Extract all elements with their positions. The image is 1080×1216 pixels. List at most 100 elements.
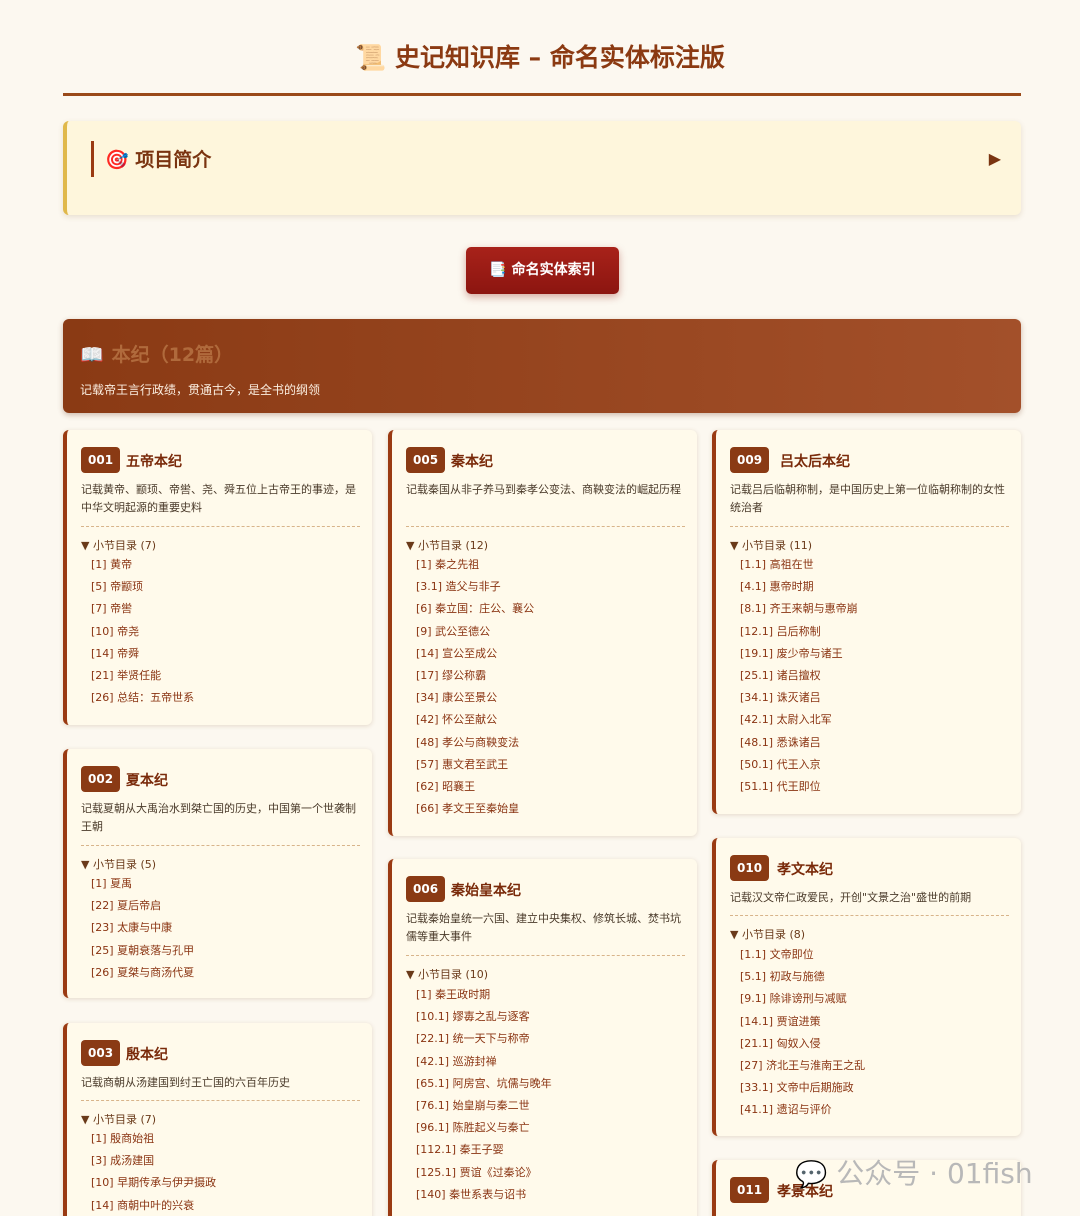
toc-item[interactable]: [1] 黄帝 xyxy=(91,554,362,576)
toc-item[interactable]: [34.1] 诛灭诸吕 xyxy=(740,687,1011,709)
toc-toggle[interactable]: ▼ 小节目录 (7) xyxy=(81,537,156,553)
toc-item[interactable]: [10] 早期传承与伊尹摄政 xyxy=(91,1172,362,1194)
chapter-description: 记载吕后临朝称制，是中国历史上第一位临朝称制的女性统治者 xyxy=(730,483,1005,514)
toc-item[interactable]: [17] 缪公称霸 xyxy=(416,665,687,687)
toc-item[interactable]: [7] 帝喾 xyxy=(91,598,362,620)
toc-item[interactable]: [10] 帝尧 xyxy=(91,621,362,643)
toc-item[interactable]: [3] 成汤建国 xyxy=(91,1150,362,1172)
toc-item[interactable]: [12.1] 吕后称制 xyxy=(740,621,1011,643)
toc-item[interactable]: [140] 秦世系表与诏书 xyxy=(416,1184,687,1206)
toc-item[interactable]: [42.1] 巡游封禅 xyxy=(416,1051,687,1073)
toc-item[interactable]: [1] 秦之先祖 xyxy=(416,554,687,576)
chapter-description: 记载汉文帝仁政爱民，开创"文景之治"盛世的前期 xyxy=(730,891,972,904)
card-divider xyxy=(730,526,1009,527)
toc-item[interactable]: [22] 夏后帝启 xyxy=(91,895,362,917)
toc-toggle[interactable]: ▼ 小节目录 (12) xyxy=(406,537,488,553)
toc-item[interactable]: [14] 帝舜 xyxy=(91,643,362,665)
toc-item[interactable]: [19.1] 废少帝与诸王 xyxy=(740,643,1011,665)
wechat-icon: 💬 xyxy=(795,1160,828,1190)
toc-item[interactable]: [14.1] 贾谊进策 xyxy=(740,1011,1011,1033)
toc-item[interactable]: [1] 夏禹 xyxy=(91,873,362,895)
toc-toggle[interactable]: ▼ 小节目录 (10) xyxy=(406,966,488,982)
toc-item[interactable]: [5] 帝颛顼 xyxy=(91,576,362,598)
toc-item[interactable]: [112.1] 秦王子婴 xyxy=(416,1139,687,1161)
title-divider xyxy=(63,93,1021,96)
watermark-text: 公众号 · 01fish xyxy=(836,1157,1033,1190)
toc-item[interactable]: [66] 孝文王至秦始皇 xyxy=(416,798,687,820)
toc-toggle[interactable]: ▼ 小节目录 (11) xyxy=(730,537,812,553)
toc-item[interactable]: [41.1] 遗诏与评价 xyxy=(740,1099,1011,1121)
toc-item[interactable]: [48] 孝公与商鞅变法 xyxy=(416,732,687,754)
toc-item[interactable]: [14] 商朝中叶的兴衰 xyxy=(91,1195,362,1216)
toc-item[interactable]: [6] 秦立国：庄公、襄公 xyxy=(416,598,687,620)
toc-item[interactable]: [25.1] 诸吕擅权 xyxy=(740,665,1011,687)
section-description: 记载帝王言行政绩，贯通古今，是全书的纲领 xyxy=(80,383,321,397)
chapter-title[interactable]: 吕太后本纪 xyxy=(780,451,850,471)
toc-item[interactable]: [26] 夏桀与商汤代夏 xyxy=(91,962,362,984)
toc-item[interactable]: [21] 举贤任能 xyxy=(91,665,362,687)
toc-item[interactable]: [48.1] 悉诛诸吕 xyxy=(740,732,1011,754)
entity-index-button[interactable]: 📑 命名实体索引 xyxy=(466,247,619,294)
chapter-number-badge: 003 xyxy=(81,1040,121,1066)
chapter-title[interactable]: 夏本纪 xyxy=(126,770,168,790)
toc-item[interactable]: [9.1] 除诽谤刑与减赋 xyxy=(740,988,1011,1010)
section-title: 📖 本纪（12篇） xyxy=(80,340,233,367)
section-title-text: 本纪（12篇） xyxy=(111,344,234,366)
toc-item[interactable]: [96.1] 陈胜起义与秦亡 xyxy=(416,1117,687,1139)
toc-toggle[interactable]: ▼ 小节目录 (8) xyxy=(730,926,805,942)
toc-item[interactable]: [34] 康公至景公 xyxy=(416,687,687,709)
chapter-description: 记载秦国从非子养马到秦孝公变法、商鞅变法的崛起历程 xyxy=(406,483,681,496)
chapter-title[interactable]: 五帝本纪 xyxy=(126,451,182,471)
chapter-card: 005 秦本纪 记载秦国从非子养马到秦孝公变法、商鞅变法的崛起历程 ▼ 小节目录… xyxy=(388,430,697,836)
chapter-title[interactable]: 秦始皇本纪 xyxy=(451,880,521,900)
toc-item[interactable]: [5.1] 初政与施德 xyxy=(740,966,1011,988)
chapter-card: 010 孝文本纪 记载汉文帝仁政爱民，开创"文景之治"盛世的前期 ▼ 小节目录 … xyxy=(712,838,1021,1136)
toc-item[interactable]: [3.1] 造父与非子 xyxy=(416,576,687,598)
intro-panel[interactable]: 🎯 项目简介 ▶ xyxy=(63,121,1021,215)
toc-item[interactable]: [33.1] 文帝中后期施政 xyxy=(740,1077,1011,1099)
toc-item[interactable]: [14] 宣公至成公 xyxy=(416,643,687,665)
toc-item[interactable]: [42.1] 太尉入北军 xyxy=(740,709,1011,731)
toc-item[interactable]: [4.1] 惠帝时期 xyxy=(740,576,1011,598)
toc-item[interactable]: [21.1] 匈奴入侵 xyxy=(740,1033,1011,1055)
toc-item[interactable]: [25] 夏朝衰落与孔甲 xyxy=(91,940,362,962)
toc-item[interactable]: [26] 总结：五帝世系 xyxy=(91,687,362,709)
toc-item[interactable]: [62] 昭襄王 xyxy=(416,776,687,798)
expand-triangle-icon[interactable]: ▶ xyxy=(989,149,1001,168)
toc-list: [1.1] 高祖在世 [4.1] 惠帝时期 [8.1] 齐王来朝与惠帝崩 [12… xyxy=(740,554,1011,798)
chapter-card: 001 五帝本纪 记载黄帝、颛顼、帝喾、尧、舜五位上古帝王的事迹，是中华文明起源… xyxy=(63,430,372,725)
toc-item[interactable]: [23] 太康与中康 xyxy=(91,917,362,939)
toc-item[interactable]: [10.1] 嫪毐之乱与逐客 xyxy=(416,1006,687,1028)
toc-item[interactable]: [1] 殷商始祖 xyxy=(91,1128,362,1150)
book-icon: 📖 xyxy=(80,344,104,366)
toc-item[interactable]: [9] 武公至德公 xyxy=(416,621,687,643)
chapter-number-badge: 011 xyxy=(730,1177,770,1203)
toc-item[interactable]: [1.1] 文帝即位 xyxy=(740,944,1011,966)
chapter-title[interactable]: 殷本纪 xyxy=(126,1044,168,1064)
toc-item[interactable]: [125.1] 贾谊《过秦论》 xyxy=(416,1162,687,1184)
toc-toggle[interactable]: ▼ 小节目录 (5) xyxy=(81,856,156,872)
watermark: 💬 公众号 · 01fish xyxy=(795,1152,1033,1192)
chapter-title[interactable]: 秦本纪 xyxy=(451,451,493,471)
card-divider xyxy=(81,1100,360,1101)
toc-toggle[interactable]: ▼ 小节目录 (7) xyxy=(81,1111,156,1127)
chapter-card: 002 夏本纪 记载夏朝从大禹治水到桀亡国的历史，中国第一个世袭制王朝 ▼ 小节… xyxy=(63,749,372,998)
toc-item[interactable]: [50.1] 代王入京 xyxy=(740,754,1011,776)
toc-item[interactable]: [57] 惠文君至武王 xyxy=(416,754,687,776)
card-divider xyxy=(406,526,685,527)
toc-item[interactable]: [22.1] 统一天下与称帝 xyxy=(416,1028,687,1050)
chapter-title[interactable]: 孝文本纪 xyxy=(777,859,833,879)
toc-item[interactable]: [8.1] 齐王来朝与惠帝崩 xyxy=(740,598,1011,620)
chapter-description: 记载夏朝从大禹治水到桀亡国的历史，中国第一个世袭制王朝 xyxy=(81,802,356,833)
card-divider xyxy=(81,526,360,527)
section-header: 📖 本纪（12篇） 记载帝王言行政绩，贯通古今，是全书的纲领 xyxy=(63,319,1021,413)
toc-item[interactable]: [1] 秦王政时期 xyxy=(416,984,687,1006)
toc-item[interactable]: [65.1] 阿房宫、坑儒与晚年 xyxy=(416,1073,687,1095)
toc-item[interactable]: [1.1] 高祖在世 xyxy=(740,554,1011,576)
toc-item[interactable]: [51.1] 代王即位 xyxy=(740,776,1011,798)
toc-list: [1] 秦之先祖 [3.1] 造父与非子 [6] 秦立国：庄公、襄公 [9] 武… xyxy=(416,554,687,820)
toc-item[interactable]: [27] 济北王与淮南王之乱 xyxy=(740,1055,1011,1077)
toc-item[interactable]: [42] 怀公至献公 xyxy=(416,709,687,731)
toc-list: [1] 黄帝 [5] 帝颛顼 [7] 帝喾 [10] 帝尧 [14] 帝舜 [2… xyxy=(91,554,362,709)
toc-item[interactable]: [76.1] 始皇崩与秦二世 xyxy=(416,1095,687,1117)
